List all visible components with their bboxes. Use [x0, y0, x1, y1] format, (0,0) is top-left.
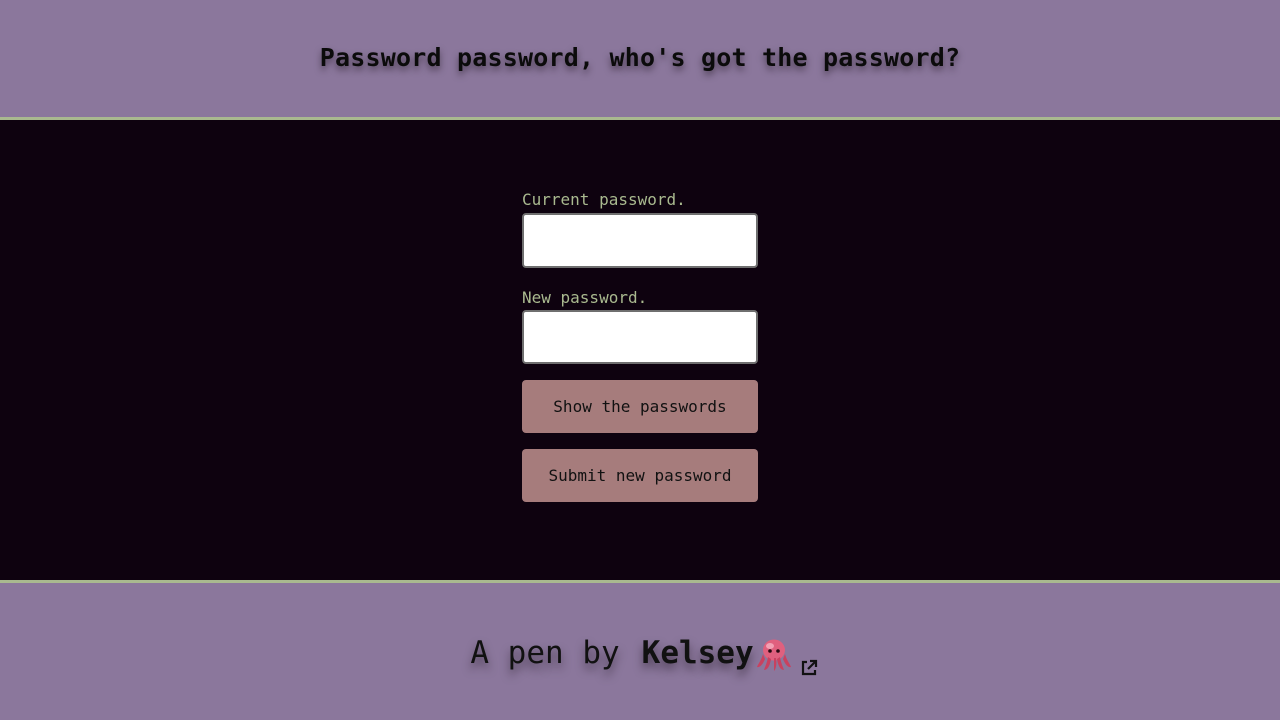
current-password-label: Current password. — [522, 190, 686, 209]
author-name: Kelsey — [641, 634, 754, 671]
page-header: Password password, who's got the passwor… — [0, 0, 1280, 120]
credit-line: A pen by Kelsey — [470, 633, 818, 675]
author-link[interactable]: Kelsey — [642, 635, 754, 671]
submit-new-password-button[interactable]: Submit new password — [522, 449, 758, 502]
external-link-icon[interactable] — [800, 649, 818, 675]
credit-prefix: A pen by — [470, 634, 620, 671]
new-password-input[interactable] — [522, 310, 758, 364]
password-form: Current password. New password. Show the… — [522, 189, 758, 502]
show-passwords-button[interactable]: Show the passwords — [522, 380, 758, 433]
new-password-label: New password. — [522, 288, 648, 307]
page-footer: A pen by Kelsey — [0, 580, 1280, 720]
main-content: Current password. New password. Show the… — [0, 123, 1280, 580]
octopus-icon — [756, 637, 792, 673]
page-title: Password password, who's got the passwor… — [319, 43, 961, 72]
current-password-input[interactable] — [522, 213, 758, 268]
